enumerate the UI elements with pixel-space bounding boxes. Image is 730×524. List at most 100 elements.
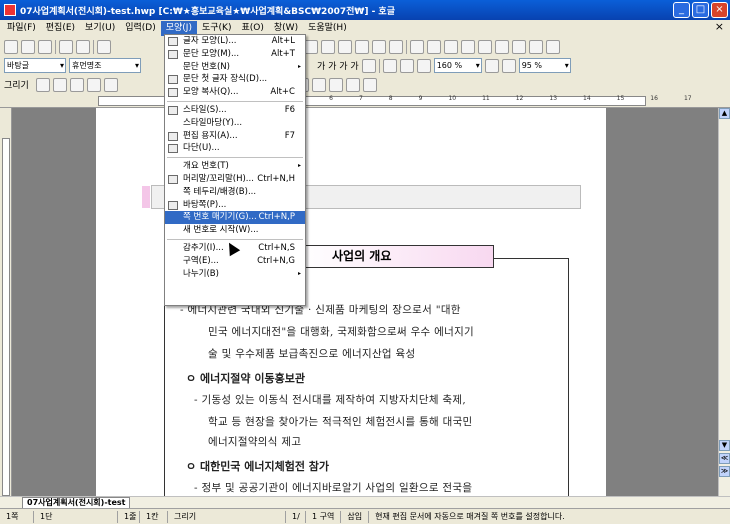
ruler-number: 10 [448,95,457,102]
ruler-number: 16 [650,95,658,102]
menu-char-shape[interactable]: 글자 모양(L)... Alt+L [165,35,305,48]
menu-help[interactable]: 도움말(H) [303,21,352,36]
dictionary-icon[interactable] [410,39,424,54]
doc-line: 술 및 우수제품 보급촉진으로 에너지산업 육성 [208,348,416,360]
style-combo[interactable]: 바탕글 [4,58,66,73]
menu-style[interactable]: 스타일(S)... F6 [165,104,305,117]
menu-insert[interactable]: 입력(D) [120,21,161,36]
menu-columns[interactable]: 다단(U)... [165,142,305,155]
rotate-icon[interactable] [345,77,360,92]
app-icon [4,4,16,16]
header-footer-icon [168,174,178,184]
menu-header-footer[interactable]: 머리말/꼬리말(H)... Ctrl+N,H [165,173,305,186]
preview-icon[interactable] [76,39,90,54]
menu-break[interactable]: 나누기(B) ▸ [165,268,305,281]
rectangle-icon[interactable] [52,77,67,92]
new-doc-icon[interactable] [4,39,18,54]
menu-drop-cap[interactable]: 문단 첫 글자 장식(D)... [165,73,305,86]
ruler-number: 6 [329,95,333,102]
bullet-icon[interactable] [501,58,516,73]
link-icon[interactable] [427,39,441,54]
shadow-icon[interactable] [311,77,326,92]
ellipse-icon[interactable] [69,77,84,92]
bookmark-icon[interactable] [444,39,458,54]
page-marker [142,186,150,208]
print-icon[interactable] [59,39,73,54]
field-icon[interactable] [512,39,526,54]
align-right-icon[interactable] [416,58,431,73]
order-icon[interactable] [362,77,377,92]
group-icon[interactable] [328,77,343,92]
align-left-icon[interactable] [382,58,397,73]
vertical-ruler[interactable] [0,108,12,496]
numbering-icon[interactable] [484,58,499,73]
line-spacing-combo[interactable]: 95 % [518,58,571,73]
menu-para-shape[interactable]: 문단 모양(M)... Alt+T [165,48,305,61]
menu-copy-shape[interactable]: 모양 복사(Q)... Alt+C [165,86,305,99]
image-icon[interactable] [321,39,335,54]
document-area[interactable]: 사업의 개요 대전 - 에너지관련 국내외 신기술 · 신제품 마케팅의 장으로… [12,108,718,496]
submenu-arrow-icon: ▸ [297,269,301,277]
menu-page-setup[interactable]: 편집 용지(A)... F7 [165,130,305,143]
menu-item-label: 나누기(B) [183,268,219,279]
font-combo[interactable]: 휴먼명조 [69,58,141,73]
menu-page-numbering[interactable]: 쪽 번호 매기기(G)... Ctrl+N,P [165,211,305,225]
menu-item-label: 쪽 번호 매기기(G)... [183,212,257,223]
maximize-button[interactable]: □ [692,2,709,18]
doc-heading: ㅇ 대한민국 에너지체험전 참가 [186,460,330,473]
menu-item-shortcut: Ctrl+N,G [257,255,295,266]
save-icon[interactable] [38,39,52,54]
undo-icon[interactable] [97,39,111,54]
menu-section[interactable]: 구역(E)... Ctrl+N,G [165,255,305,268]
polygon-icon[interactable] [103,77,118,92]
align-center-icon[interactable] [399,58,414,73]
close-button[interactable]: × [711,2,728,18]
chars-icon[interactable] [495,39,509,54]
shape-icon[interactable] [372,39,386,54]
prev-page-icon[interactable]: ≪ [719,453,730,464]
grid-icon[interactable] [338,39,352,54]
menu-item-label: 머리말/꼬리말(H)... [183,173,254,184]
draw-icon[interactable] [355,39,369,54]
menu-new-number[interactable]: 새 번호로 시작(W)... [165,224,305,237]
menu-para-number[interactable]: 문단 번호(N) ▸ [165,61,305,74]
menu-file[interactable]: 파일(F) [2,21,41,36]
page-setup-icon [168,131,178,141]
font-style-buttons[interactable]: 가 가 가 가 [317,59,359,72]
menu-item-label: 새 번호로 시작(W)... [183,225,259,236]
horizontal-ruler[interactable]: 1 2 3 4 5 6 7 8 9 10 11 12 13 14 15 16 1… [0,94,730,108]
macro-icon[interactable] [529,39,543,54]
chart-icon[interactable] [304,39,318,54]
next-page-icon[interactable]: ≫ [719,466,730,477]
toolbar-separator [406,39,407,54]
horizontal-scrollbar[interactable]: 07사업계획서(전시회)-test [0,496,730,509]
menu-style-gallery[interactable]: 스타일마당(Y)... [165,117,305,130]
minimize-button[interactable]: _ [673,2,690,18]
menu-view[interactable]: 보기(U) [80,21,120,36]
document-close-icon[interactable]: × [715,20,724,33]
line-icon[interactable] [35,77,50,92]
settings-icon[interactable] [546,39,560,54]
note-icon[interactable] [461,39,475,54]
menu-edit[interactable]: 편집(E) [41,21,80,36]
hanja-icon[interactable] [478,39,492,54]
menu-item-label: 스타일마당(Y)... [183,117,243,128]
menu-master-page[interactable]: 바탕쪽(P)... [165,199,305,212]
status-section-count: 1/ [286,510,306,523]
scroll-down-arrow[interactable]: ▼ [719,440,730,451]
zoom-combo[interactable]: 160 % [433,58,482,73]
submenu-arrow-icon: ▸ [297,62,301,70]
document-tab[interactable]: 07사업계획서(전시회)-test [22,496,131,509]
drawing-toolbar-label: 그리기 [4,81,29,91]
arc-icon[interactable] [86,77,101,92]
vertical-scrollbar[interactable]: ▲ ▼ ≪ ≫ [718,108,730,496]
menu-page-border[interactable]: 쪽 테두리/배경(B)... [165,186,305,199]
scroll-up-arrow[interactable]: ▲ [719,108,730,119]
ruler-number: 14 [583,95,591,102]
status-column: 1단 [34,510,118,523]
drawing-toolbar: 그리기 [0,75,730,95]
open-icon[interactable] [21,39,35,54]
font-color-icon[interactable] [361,58,376,73]
formula-icon[interactable] [389,39,403,54]
menu-outline-number[interactable]: 개요 번호(T) ▸ [165,160,305,173]
